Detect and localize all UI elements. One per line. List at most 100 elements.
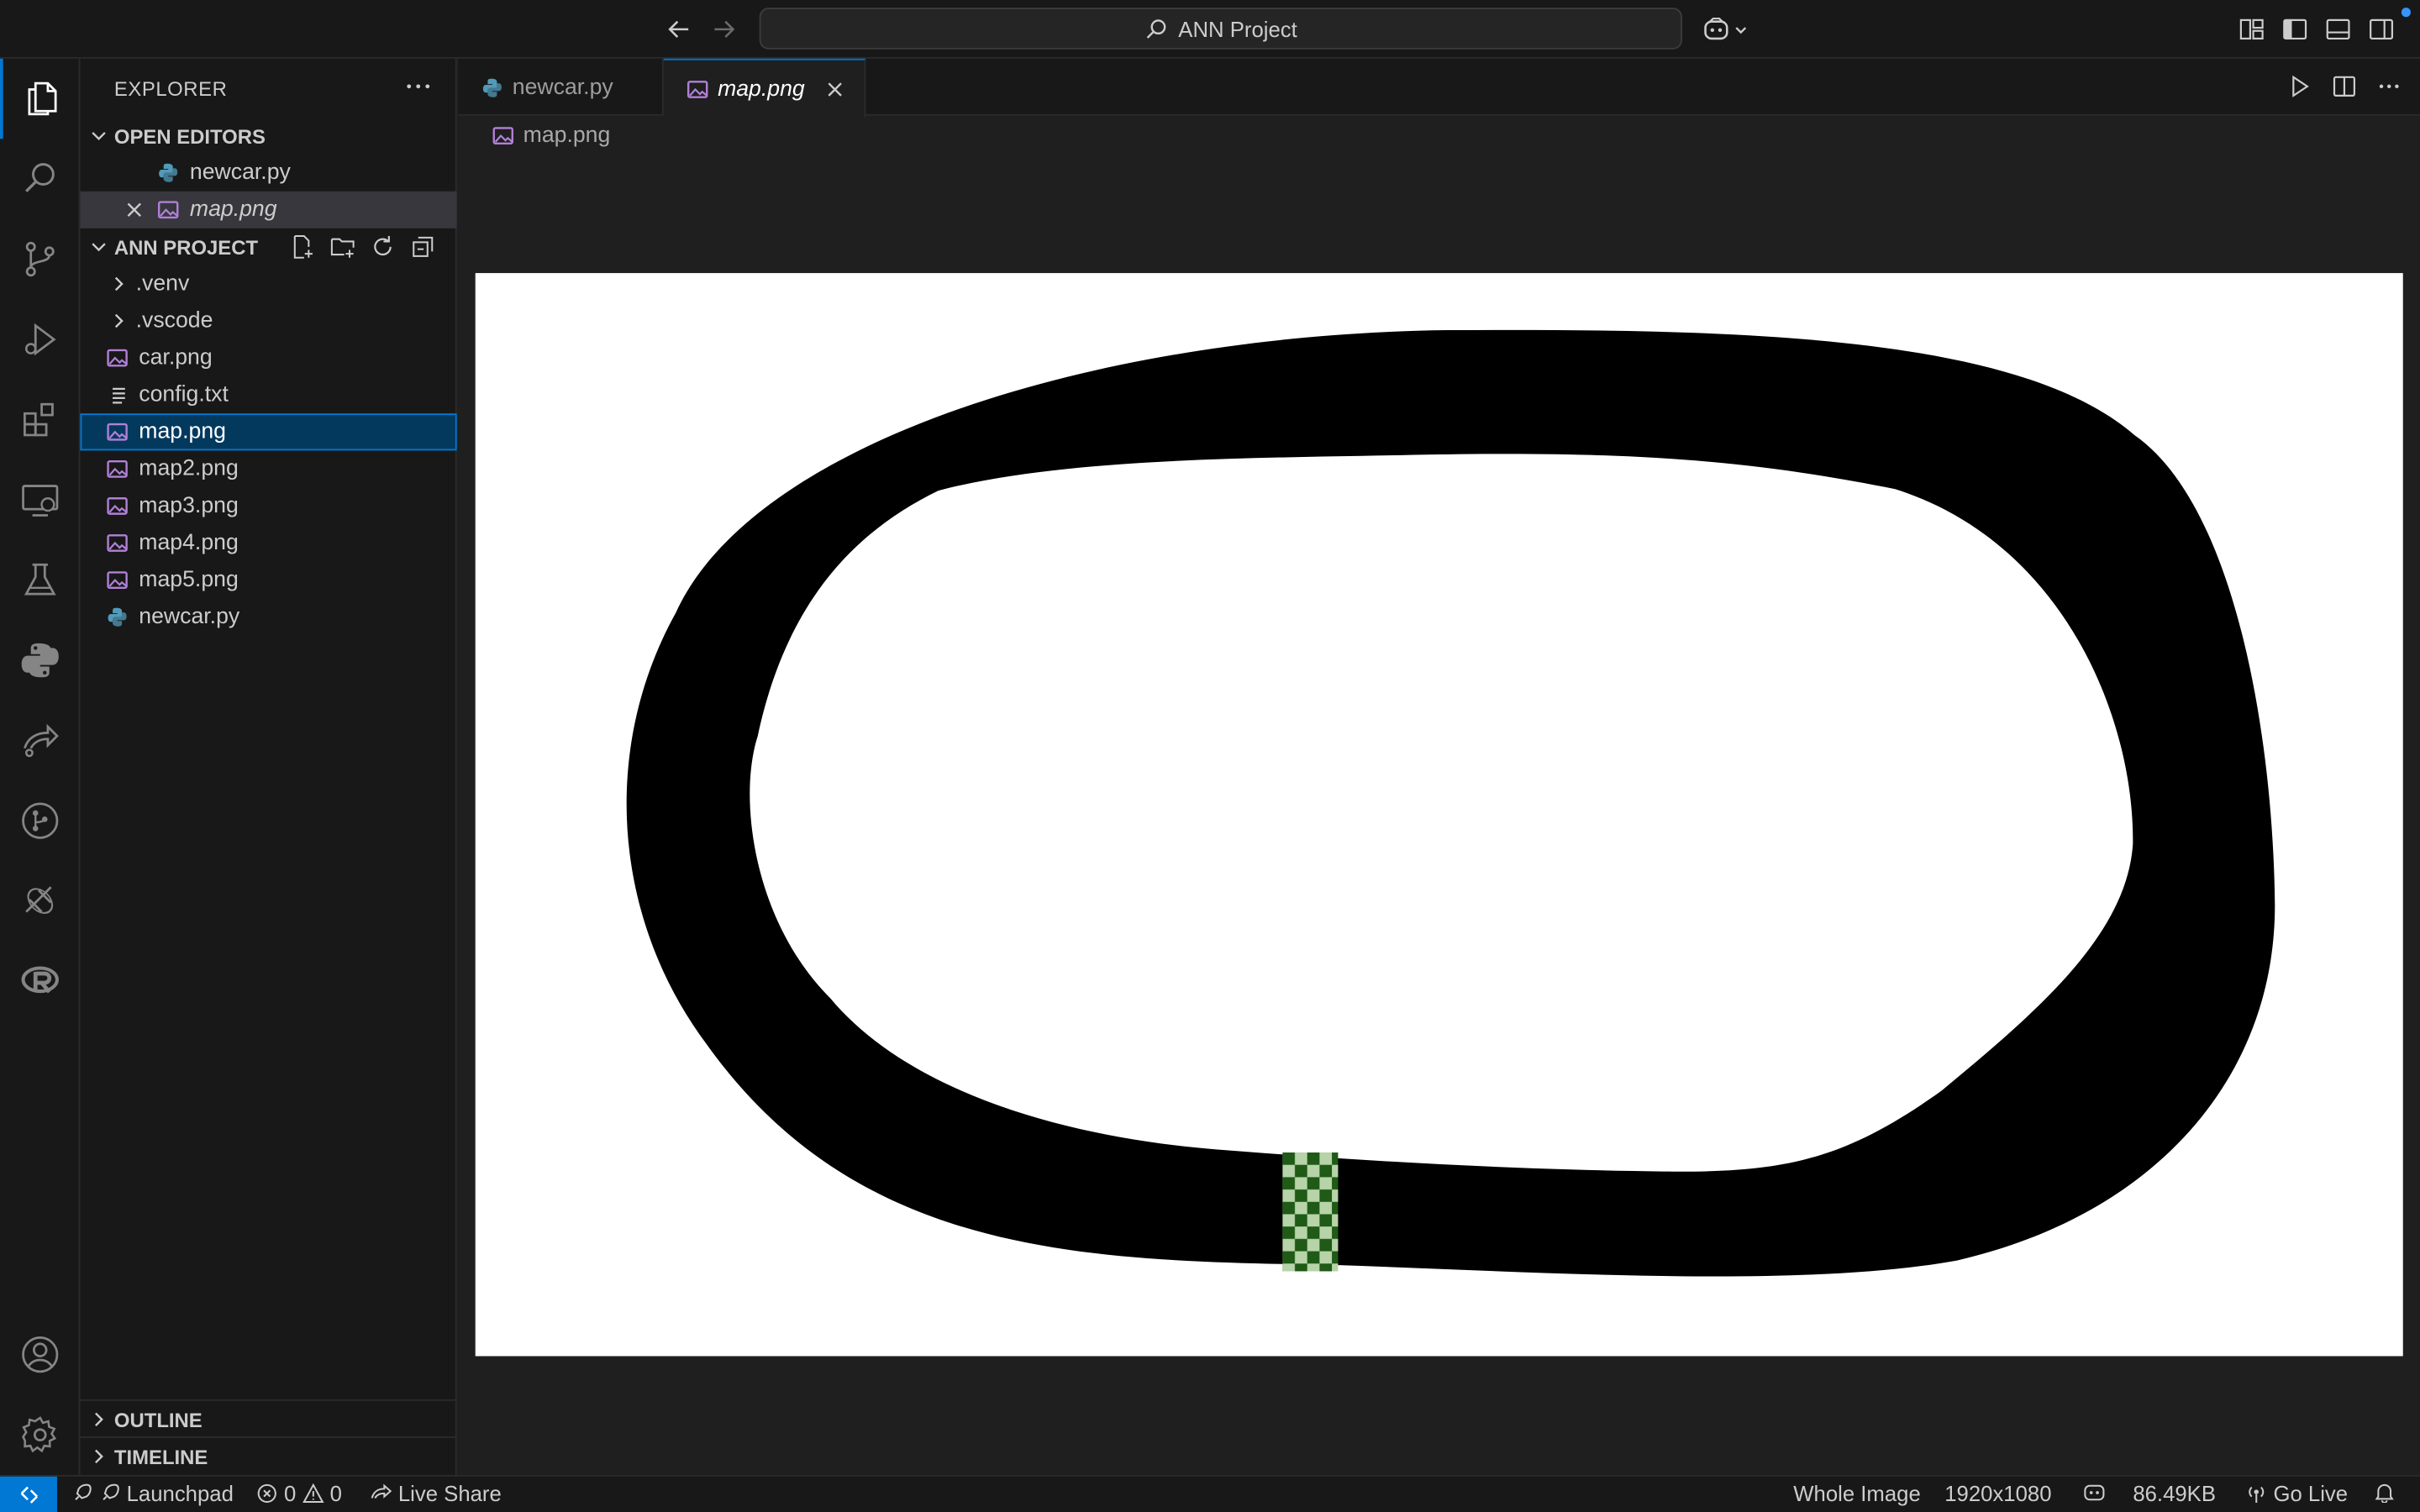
file-item-selected[interactable]: map.png	[80, 413, 457, 451]
launchpad-button[interactable]: Launchpad	[71, 1481, 234, 1506]
editor-tab-bar: newcar.py map.png	[458, 58, 2420, 118]
toggle-primary-sidebar-icon[interactable]	[2280, 14, 2311, 45]
error-icon	[257, 1483, 276, 1504]
folder-item[interactable]: .venv	[81, 265, 457, 302]
editor-actions	[2287, 74, 2402, 98]
image-file-icon	[107, 349, 128, 367]
remote-icon	[19, 1486, 38, 1504]
r-icon[interactable]	[0, 941, 81, 1021]
project-section[interactable]: ANN PROJECT	[81, 228, 457, 265]
refresh-icon[interactable]	[371, 234, 395, 259]
search-icon[interactable]	[0, 139, 81, 219]
title-bar: ANN Project	[0, 0, 2420, 59]
back-arrow-icon[interactable]	[664, 14, 695, 45]
run-icon[interactable]	[2287, 74, 2312, 98]
rocket-icon	[103, 1483, 119, 1500]
open-editors-label: OPEN EDITORS	[113, 123, 266, 148]
timeline-section[interactable]: TIMELINE	[81, 1438, 457, 1475]
settings-gear-icon[interactable]	[0, 1394, 81, 1475]
explorer-title: EXPLORER	[113, 76, 228, 101]
open-editor-item[interactable]: newcar.py	[81, 155, 457, 192]
command-center-search[interactable]: ANN Project	[759, 8, 1683, 50]
more-actions-icon[interactable]	[2377, 74, 2402, 98]
customize-layout-icon[interactable]	[2236, 14, 2267, 45]
more-actions-icon[interactable]	[402, 74, 434, 98]
toggle-secondary-sidebar-icon[interactable]	[2366, 14, 2397, 45]
docker-icon[interactable]	[0, 861, 81, 942]
accounts-icon[interactable]	[0, 1315, 81, 1395]
status-bar: Launchpad 0 0 Live Share Whole Image 192…	[0, 1474, 2420, 1512]
testing-icon[interactable]	[0, 540, 81, 621]
notification-dot	[2401, 8, 2411, 18]
image-file-icon	[687, 80, 708, 97]
new-folder-icon[interactable]	[330, 234, 355, 259]
open-editors-section[interactable]: OPEN EDITORS	[81, 118, 457, 155]
image-file-icon	[107, 497, 128, 515]
remote-indicator[interactable]	[0, 1476, 57, 1512]
text-file-icon	[113, 387, 125, 404]
forward-arrow-icon[interactable]	[708, 14, 739, 45]
project-label: ANN PROJECT	[113, 235, 259, 259]
close-icon[interactable]	[124, 199, 145, 221]
source-control-icon[interactable]	[0, 219, 81, 300]
git-graph-icon[interactable]	[0, 780, 81, 861]
file-item[interactable]: car.png	[81, 339, 457, 376]
file-item[interactable]: map3.png	[81, 487, 457, 524]
file-name: map4.png	[139, 530, 239, 556]
bell-icon	[2375, 1483, 2394, 1503]
broadcast-icon	[2249, 1486, 2265, 1503]
file-name: map.png	[139, 419, 226, 444]
python-icon[interactable]	[0, 620, 81, 701]
live-share-label: Live Share	[397, 1481, 502, 1506]
folder-item[interactable]: .vscode	[81, 302, 457, 339]
notifications-button[interactable]	[2374, 1481, 2396, 1503]
problems-indicator[interactable]: 0 0	[256, 1481, 343, 1506]
chevron-right-icon	[95, 1412, 103, 1426]
copilot-status[interactable]	[2084, 1481, 2106, 1503]
chevron-down-icon	[92, 243, 106, 252]
timeline-label: TIMELINE	[113, 1445, 208, 1468]
tab-newcar-py[interactable]: newcar.py	[458, 58, 664, 116]
warning-count: 0	[329, 1481, 343, 1506]
file-name: map2.png	[139, 456, 239, 482]
split-editor-icon[interactable]	[2332, 74, 2356, 98]
zoom-indicator[interactable]: Whole Image	[1793, 1481, 1920, 1505]
run-debug-icon[interactable]	[0, 299, 81, 380]
explorer-icon[interactable]	[0, 58, 81, 139]
new-file-icon[interactable]	[290, 234, 314, 259]
file-item[interactable]: map5.png	[81, 562, 457, 599]
file-name: newcar.py	[139, 604, 240, 630]
chevron-right-icon	[95, 1449, 103, 1464]
toggle-panel-icon[interactable]	[2323, 14, 2354, 45]
file-item[interactable]: config.txt	[81, 376, 457, 413]
live-share-button[interactable]: Live Share	[371, 1481, 502, 1506]
image-preview[interactable]	[475, 273, 2403, 1357]
file-name: map5.png	[139, 567, 239, 593]
image-dimensions: 1920x1080	[1944, 1481, 2051, 1505]
open-editor-item-active[interactable]: map.png	[80, 191, 457, 228]
file-item[interactable]: newcar.py	[81, 599, 457, 636]
race-track-map-image	[626, 329, 2275, 1277]
remote-explorer-icon[interactable]	[0, 459, 81, 540]
file-item[interactable]: map4.png	[81, 524, 457, 561]
image-file-icon	[107, 534, 128, 552]
live-share-icon[interactable]	[0, 701, 81, 781]
image-file-icon	[107, 571, 128, 589]
chevron-right-icon	[114, 276, 124, 291]
breadcrumb[interactable]: map.png	[492, 123, 610, 148]
tab-map-png[interactable]: map.png	[663, 58, 866, 118]
collapse-all-icon[interactable]	[411, 234, 435, 259]
image-file-icon	[107, 459, 128, 478]
close-icon[interactable]	[823, 76, 848, 101]
outline-section[interactable]: OUTLINE	[81, 1401, 457, 1438]
extensions-icon[interactable]	[0, 380, 81, 460]
copilot-icon[interactable]	[1701, 14, 1753, 45]
go-live-button[interactable]: Go Live	[2245, 1481, 2348, 1506]
file-size: 86.49KB	[2133, 1481, 2216, 1505]
project-actions	[290, 234, 435, 259]
file-item[interactable]: map2.png	[81, 450, 457, 487]
file-name: map3.png	[139, 493, 239, 519]
copilot-icon	[2084, 1484, 2105, 1501]
image-file-icon	[107, 423, 128, 441]
file-name: map.png	[189, 197, 277, 223]
